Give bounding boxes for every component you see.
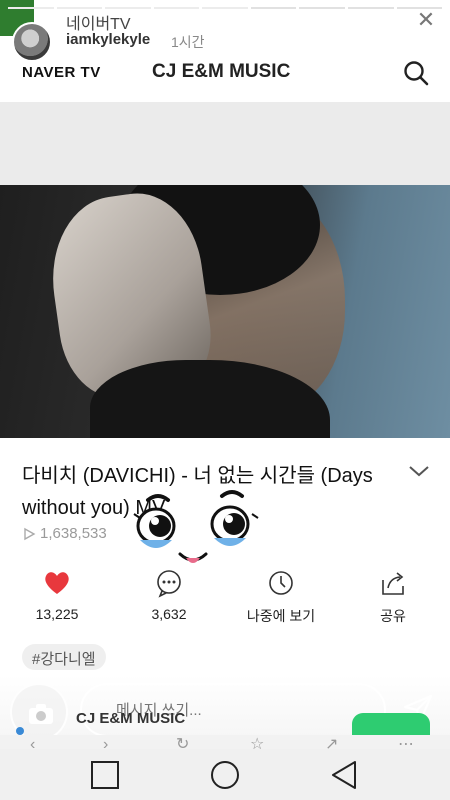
refresh-icon[interactable]: ↻ [176,737,189,750]
channel-name[interactable]: CJ E&M MUSIC [152,61,290,83]
avatar[interactable] [12,22,52,62]
comment-icon [157,570,181,598]
watch-later-button[interactable]: 나중에 보기 [236,568,326,626]
camera-icon [29,704,53,724]
android-navigation-bar [0,749,450,800]
recents-icon[interactable] [89,759,121,791]
comment-button[interactable]: 3,632 [124,568,214,622]
story-header: 네이버TV iamkylekyle 1시간 ✕ [0,0,450,62]
like-button[interactable]: 13,225 [12,568,102,622]
peek-channel-name: CJ E&M MUSIC [76,710,186,727]
view-count-value: 1,638,533 [40,525,107,542]
watch-later-label: 나중에 보기 [246,608,316,624]
action-bar: 13,225 3,632 나중에 보기 공유 [0,568,450,630]
story-progress-bars [8,7,443,9]
home-icon[interactable] [209,759,241,791]
back-nav-icon[interactable] [329,759,361,791]
story-time: 1시간 [171,34,205,50]
comment-count: 3,632 [151,606,187,622]
video-player[interactable] [0,185,450,438]
forward-icon[interactable]: › [103,737,108,750]
like-count: 13,225 [35,606,79,622]
close-icon[interactable]: ✕ [414,8,438,32]
chevron-down-icon[interactable] [406,462,432,480]
share-icon [382,572,404,595]
browser-toolbar: ‹ › ↻ ☆ ↗ ⋯ [0,735,450,749]
share-button[interactable]: 공유 [348,568,438,626]
back-icon[interactable]: ‹ [30,737,35,750]
screen: 네이버TV iamkylekyle 1시간 ✕ NAVER TV CJ E&M … [0,0,450,800]
share-icon[interactable]: ↗ [325,737,338,750]
play-icon [24,527,36,540]
heart-icon [45,572,69,594]
view-count: 1,638,533 [22,525,107,542]
star-icon[interactable]: ☆ [250,737,264,750]
video-title: 다비치 (DAVICHI) - 너 없는 시간들 (Days without y… [22,465,373,519]
share-label: 공유 [380,608,406,624]
search-icon[interactable] [402,59,430,87]
gray-band [0,102,450,185]
more-icon[interactable]: ⋯ [398,737,414,750]
page-indicator-dot [16,727,24,735]
naver-tv-logo[interactable]: NAVER TV [22,64,101,81]
story-username[interactable]: iamkylekyle [66,31,150,48]
subscribe-button-partial[interactable] [352,713,430,735]
clock-icon [269,571,293,595]
hashtag-chip[interactable]: #강다니엘 [22,644,106,670]
